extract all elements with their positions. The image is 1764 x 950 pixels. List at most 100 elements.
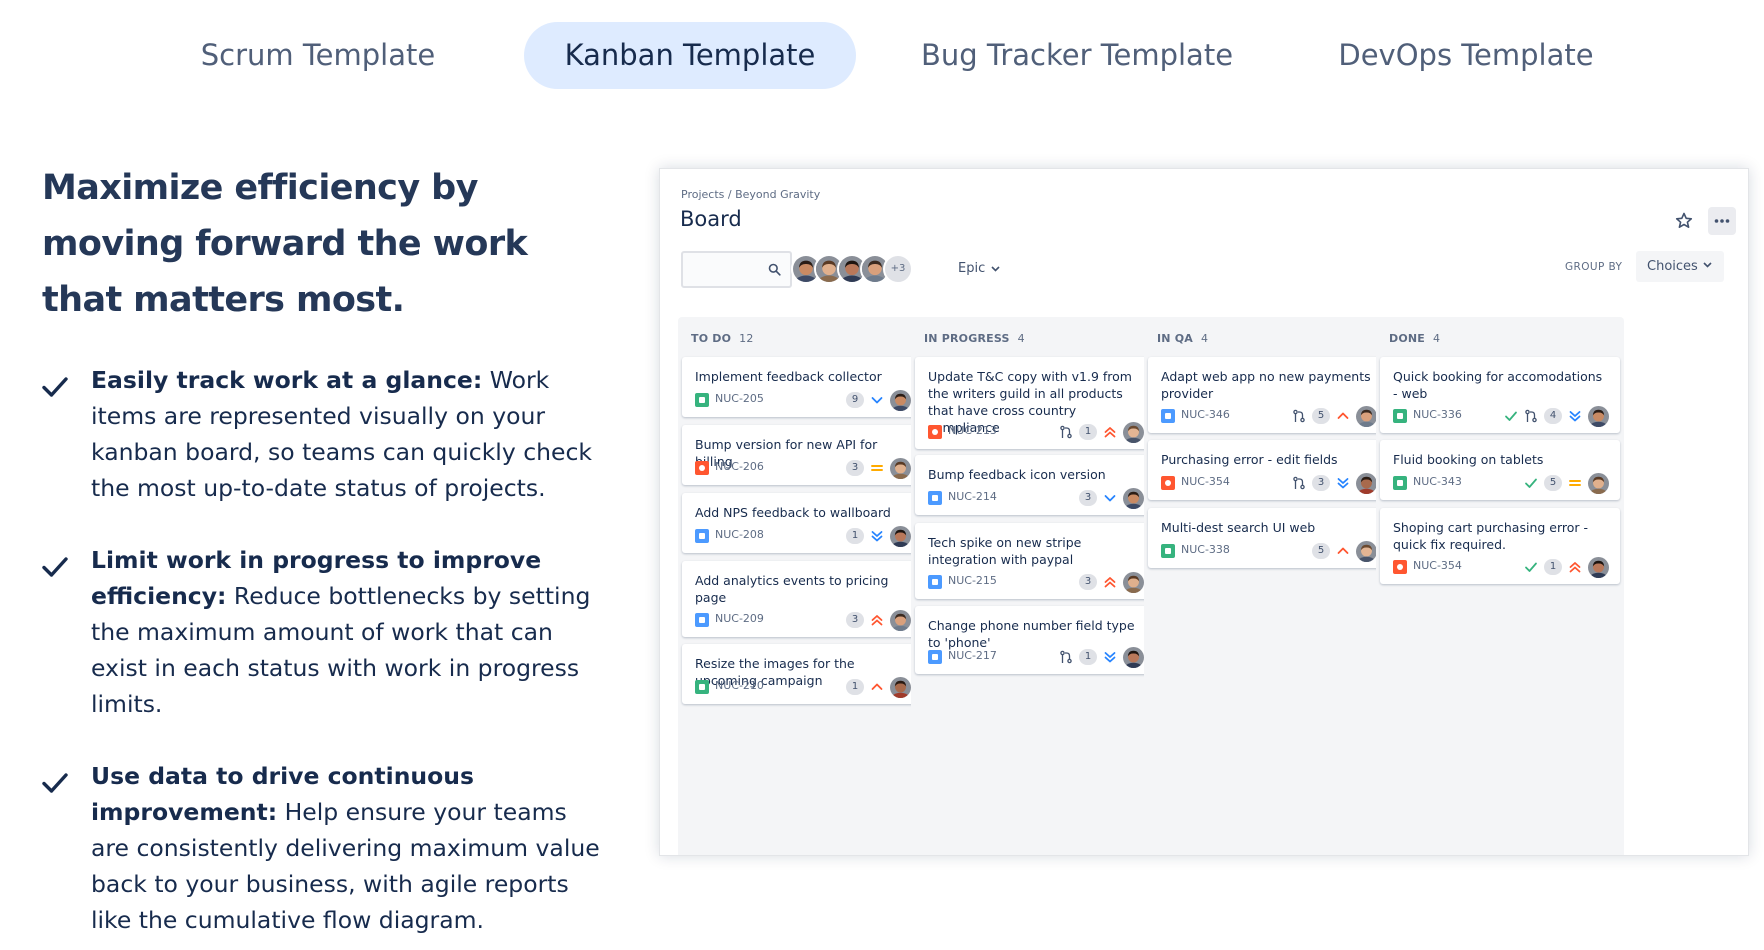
assignee-avatar[interactable] bbox=[1123, 487, 1144, 509]
priority-highest-icon bbox=[1569, 562, 1581, 573]
issue-key[interactable]: NUC-205 bbox=[715, 392, 764, 405]
issue-key[interactable]: NUC-354 bbox=[1181, 475, 1230, 488]
column-count: 12 bbox=[739, 332, 754, 345]
issue-key[interactable]: NUC-336 bbox=[1413, 408, 1462, 421]
tab-scrum-template[interactable]: Scrum Template bbox=[180, 22, 456, 89]
issue-key[interactable]: NUC-338 bbox=[1181, 543, 1230, 556]
card-title: Fluid booking on tablets bbox=[1393, 452, 1544, 467]
issue-card[interactable]: Shoping cart purchasing error - quick fi… bbox=[1380, 508, 1620, 584]
issue-key[interactable]: NUC-215 bbox=[948, 574, 997, 587]
issue-card[interactable]: Quick booking for accomodations - web NUC… bbox=[1380, 357, 1620, 433]
column-name: DONE bbox=[1389, 332, 1426, 345]
issue-card[interactable]: Fluid booking on tablets NUC-343 5 bbox=[1380, 440, 1620, 500]
feature-text: Use data to drive continuous improvement… bbox=[91, 758, 602, 938]
issue-card[interactable]: Implement feedback collector NUC-205 9 bbox=[682, 357, 922, 417]
priority-lowest-icon bbox=[1337, 478, 1349, 489]
epic-filter[interactable]: Epic bbox=[958, 261, 1000, 276]
chevron-down-icon bbox=[1703, 262, 1712, 268]
card-footer: NUC-217 1 bbox=[928, 646, 1144, 668]
card-footer: NUC-343 5 bbox=[1393, 472, 1609, 494]
issue-key[interactable]: NUC-213 bbox=[948, 424, 997, 437]
assignee-avatar[interactable] bbox=[890, 609, 911, 631]
breadcrumb[interactable]: Projects / Beyond Gravity bbox=[681, 188, 820, 201]
column-name: TO DO bbox=[691, 332, 732, 345]
board-title: Board bbox=[680, 207, 742, 231]
issue-card[interactable]: Bump version for new API for billing NUC-… bbox=[682, 425, 922, 485]
card-title: Tech spike on new stripe integration wit… bbox=[928, 535, 1082, 567]
feature-text: Limit work in progress to improve effici… bbox=[91, 542, 602, 722]
priority-medium-icon bbox=[1569, 480, 1581, 486]
assignee-avatar[interactable] bbox=[890, 389, 911, 411]
assignee-avatar[interactable] bbox=[1356, 540, 1377, 562]
board-search-input[interactable] bbox=[681, 251, 792, 288]
group-by-label: GROUP BY bbox=[1565, 261, 1623, 273]
star-icon[interactable] bbox=[1672, 209, 1696, 233]
issue-key[interactable]: NUC-343 bbox=[1413, 475, 1462, 488]
issue-card[interactable]: Adapt web app no new payments provider NU… bbox=[1148, 357, 1388, 433]
branch-icon bbox=[1060, 425, 1072, 439]
issue-card[interactable]: Resize the images for the upcoming campa… bbox=[682, 644, 922, 704]
tab-devops-template[interactable]: DevOps Template bbox=[1318, 22, 1614, 89]
issue-card[interactable]: Add NPS feedback to wallboard NUC-208 1 bbox=[682, 493, 922, 553]
done-check-icon bbox=[1525, 478, 1537, 488]
board-column-done: DONE 4 Quick booking for accomodations - w… bbox=[1376, 317, 1624, 855]
bug-type-icon bbox=[695, 461, 709, 475]
column-header: DONE 4 bbox=[1389, 332, 1440, 345]
assignee-avatar[interactable] bbox=[890, 676, 911, 698]
card-title: Add NPS feedback to wallboard bbox=[695, 505, 891, 520]
story-points-badge: 4 bbox=[1544, 408, 1562, 424]
card-meta: 3 bbox=[1079, 571, 1144, 593]
issue-key[interactable]: NUC-210 bbox=[715, 679, 764, 692]
issue-card[interactable]: Add analytics events to pricing page NUC-… bbox=[682, 561, 922, 637]
assignee-avatar[interactable] bbox=[1123, 646, 1144, 668]
priority-highest-icon bbox=[1104, 577, 1116, 588]
issue-key[interactable]: NUC-346 bbox=[1181, 408, 1230, 421]
issue-card[interactable]: Multi-dest search UI web NUC-338 5 bbox=[1148, 508, 1388, 568]
column-count: 4 bbox=[1201, 332, 1209, 345]
assignee-avatar[interactable] bbox=[1588, 405, 1609, 427]
issue-key[interactable]: NUC-209 bbox=[715, 612, 764, 625]
assignee-avatar[interactable] bbox=[1123, 421, 1144, 443]
board-column-in-progress: IN PROGRESS 4 Update T&C copy with v1.9 fr… bbox=[911, 317, 1159, 855]
task-type-icon bbox=[695, 529, 709, 543]
issue-key[interactable]: NUC-206 bbox=[715, 460, 764, 473]
column-header: IN QA 4 bbox=[1157, 332, 1208, 345]
card-meta: 3 bbox=[846, 609, 911, 631]
search-icon bbox=[768, 263, 781, 276]
issue-card[interactable]: Purchasing error - edit fields NUC-354 3 bbox=[1148, 440, 1388, 500]
column-name: IN QA bbox=[1157, 332, 1193, 345]
column-count: 4 bbox=[1433, 332, 1441, 345]
issue-key[interactable]: NUC-354 bbox=[1413, 559, 1462, 572]
avatar-overflow-count[interactable]: +3 bbox=[883, 254, 913, 284]
issue-card[interactable]: Update T&C copy with v1.9 from the write… bbox=[915, 357, 1155, 449]
epic-filter-label: Epic bbox=[958, 261, 986, 276]
issue-key[interactable]: NUC-214 bbox=[948, 490, 997, 503]
priority-lowest-icon bbox=[1104, 652, 1116, 663]
tab-bug-tracker-template[interactable]: Bug Tracker Template bbox=[902, 22, 1252, 89]
assignee-avatar[interactable] bbox=[1588, 556, 1609, 578]
card-footer: NUC-215 3 bbox=[928, 571, 1144, 593]
issue-key[interactable]: NUC-217 bbox=[948, 649, 997, 662]
assignee-avatar[interactable] bbox=[1356, 405, 1377, 427]
issue-card[interactable]: Change phone number field type to 'phone… bbox=[915, 606, 1155, 674]
branch-icon bbox=[1060, 650, 1072, 664]
card-meta: 1 bbox=[846, 525, 911, 547]
story-points-badge: 3 bbox=[846, 460, 864, 476]
task-type-icon bbox=[1161, 409, 1175, 423]
tab-kanban-template[interactable]: Kanban Template bbox=[524, 22, 856, 89]
assignee-avatar[interactable] bbox=[1123, 571, 1144, 593]
story-type-icon bbox=[695, 393, 709, 407]
story-points-badge: 1 bbox=[1544, 559, 1562, 575]
assignee-avatar[interactable] bbox=[1588, 472, 1609, 494]
priority-high-icon bbox=[1337, 412, 1349, 419]
issue-card[interactable]: Bump feedback icon version NUC-214 3 bbox=[915, 455, 1155, 515]
issue-card[interactable]: Tech spike on new stripe integration wit… bbox=[915, 523, 1155, 599]
story-type-icon bbox=[1393, 409, 1407, 423]
issue-key[interactable]: NUC-208 bbox=[715, 528, 764, 541]
more-options-icon[interactable] bbox=[1708, 207, 1736, 235]
card-footer: NUC-209 3 bbox=[695, 609, 911, 631]
assignee-avatar[interactable] bbox=[1356, 472, 1377, 494]
assignee-avatar[interactable] bbox=[890, 525, 911, 547]
assignee-avatar[interactable] bbox=[890, 457, 911, 479]
group-by-select[interactable]: Choices bbox=[1636, 251, 1724, 282]
